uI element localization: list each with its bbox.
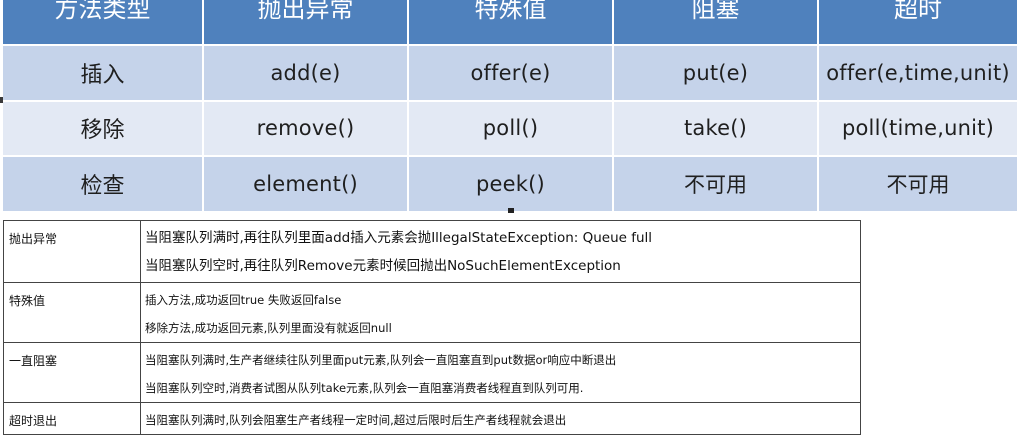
desc-type-label: 一直阻塞 [3, 342, 141, 403]
method-cell: peek() [409, 155, 614, 211]
method-cell: add(e) [204, 44, 409, 100]
desc-type-label: 抛出异常 [3, 220, 141, 283]
row-label: 检查 [3, 155, 204, 211]
desc-line: 当阻塞队列满时,生产者继续往队列里面put元素,队列会一直阻塞直到put数据or… [145, 353, 617, 367]
method-cell: poll() [409, 99, 614, 156]
desc-text-cell: 插入方法,成功返回true 失败返回false 移除方法,成功返回元素,队列里面… [140, 282, 861, 343]
desc-row-throws: 抛出异常 当阻塞队列满时,再往队列里面add插入元素会抛IllegalState… [3, 220, 861, 283]
queue-methods-table: 方法类型 抛出异常 特殊值 阻塞 超时 插入 add(e) offer(e) p… [3, 0, 1017, 211]
method-cell: offer(e,time,unit) [819, 44, 1017, 100]
desc-text-cell: 当阻塞队列满时,再往队列里面add插入元素会抛IllegalStateExcep… [140, 220, 861, 283]
desc-type-label: 特殊值 [3, 282, 141, 343]
method-cell: put(e) [614, 44, 819, 100]
header-throws-exception: 抛出异常 [204, 0, 409, 44]
edge-mark [0, 97, 3, 103]
desc-row-special: 特殊值 插入方法,成功返回true 失败返回false 移除方法,成功返回元素,… [3, 282, 861, 343]
desc-line: 移除方法,成功返回元素,队列里面没有就返回null [145, 321, 392, 335]
method-cell: poll(time,unit) [819, 99, 1017, 156]
behavior-description-table: 抛出异常 当阻塞队列满时,再往队列里面add插入元素会抛IllegalState… [3, 220, 861, 435]
desc-type-label: 超时退出 [3, 402, 141, 435]
desc-line: 当阻塞队列空时,再往队列Remove元素时候回抛出NoSuchElementEx… [145, 258, 621, 274]
row-label: 插入 [3, 44, 204, 100]
methods-row-remove: 移除 remove() poll() take() poll(time,unit… [3, 99, 1017, 156]
methods-header-row: 方法类型 抛出异常 特殊值 阻塞 超时 [3, 0, 1017, 44]
desc-row-timeout: 超时退出 当阻塞队列满时,队列会阻塞生产者线程一定时间,超过后限时后生产者线程就… [3, 402, 861, 435]
method-cell: take() [614, 99, 819, 156]
row-label: 移除 [3, 99, 204, 156]
method-cell: element() [204, 155, 409, 211]
desc-row-blocks: 一直阻塞 当阻塞队列满时,生产者继续往队列里面put元素,队列会一直阻塞直到pu… [3, 342, 861, 403]
header-method-type: 方法类型 [3, 0, 204, 44]
method-cell: remove() [204, 99, 409, 156]
header-timeout: 超时 [819, 0, 1017, 44]
desc-text-cell: 当阻塞队列满时,队列会阻塞生产者线程一定时间,超过后限时后生产者线程就会退出 [140, 402, 861, 435]
method-cell-unavailable: 不可用 [614, 155, 819, 211]
methods-row-insert: 插入 add(e) offer(e) put(e) offer(e,time,u… [3, 44, 1017, 100]
desc-line: 当阻塞队列空时,消费者试图从队列take元素,队列会一直阻塞消费者线程直到队列可… [145, 381, 584, 395]
desc-line: 插入方法,成功返回true 失败返回false [145, 293, 342, 307]
header-blocks: 阻塞 [614, 0, 819, 44]
desc-line: 当阻塞队列满时,再往队列里面add插入元素会抛IllegalStateExcep… [145, 230, 653, 246]
desc-line: 当阻塞队列满时,队列会阻塞生产者线程一定时间,超过后限时后生产者线程就会退出 [145, 413, 567, 427]
cursor-mark [508, 208, 514, 213]
method-cell-unavailable: 不可用 [819, 155, 1017, 211]
method-cell: offer(e) [409, 44, 614, 100]
methods-row-examine: 检查 element() peek() 不可用 不可用 [3, 155, 1017, 211]
header-special-value: 特殊值 [409, 0, 614, 44]
desc-text-cell: 当阻塞队列满时,生产者继续往队列里面put元素,队列会一直阻塞直到put数据or… [140, 342, 861, 403]
